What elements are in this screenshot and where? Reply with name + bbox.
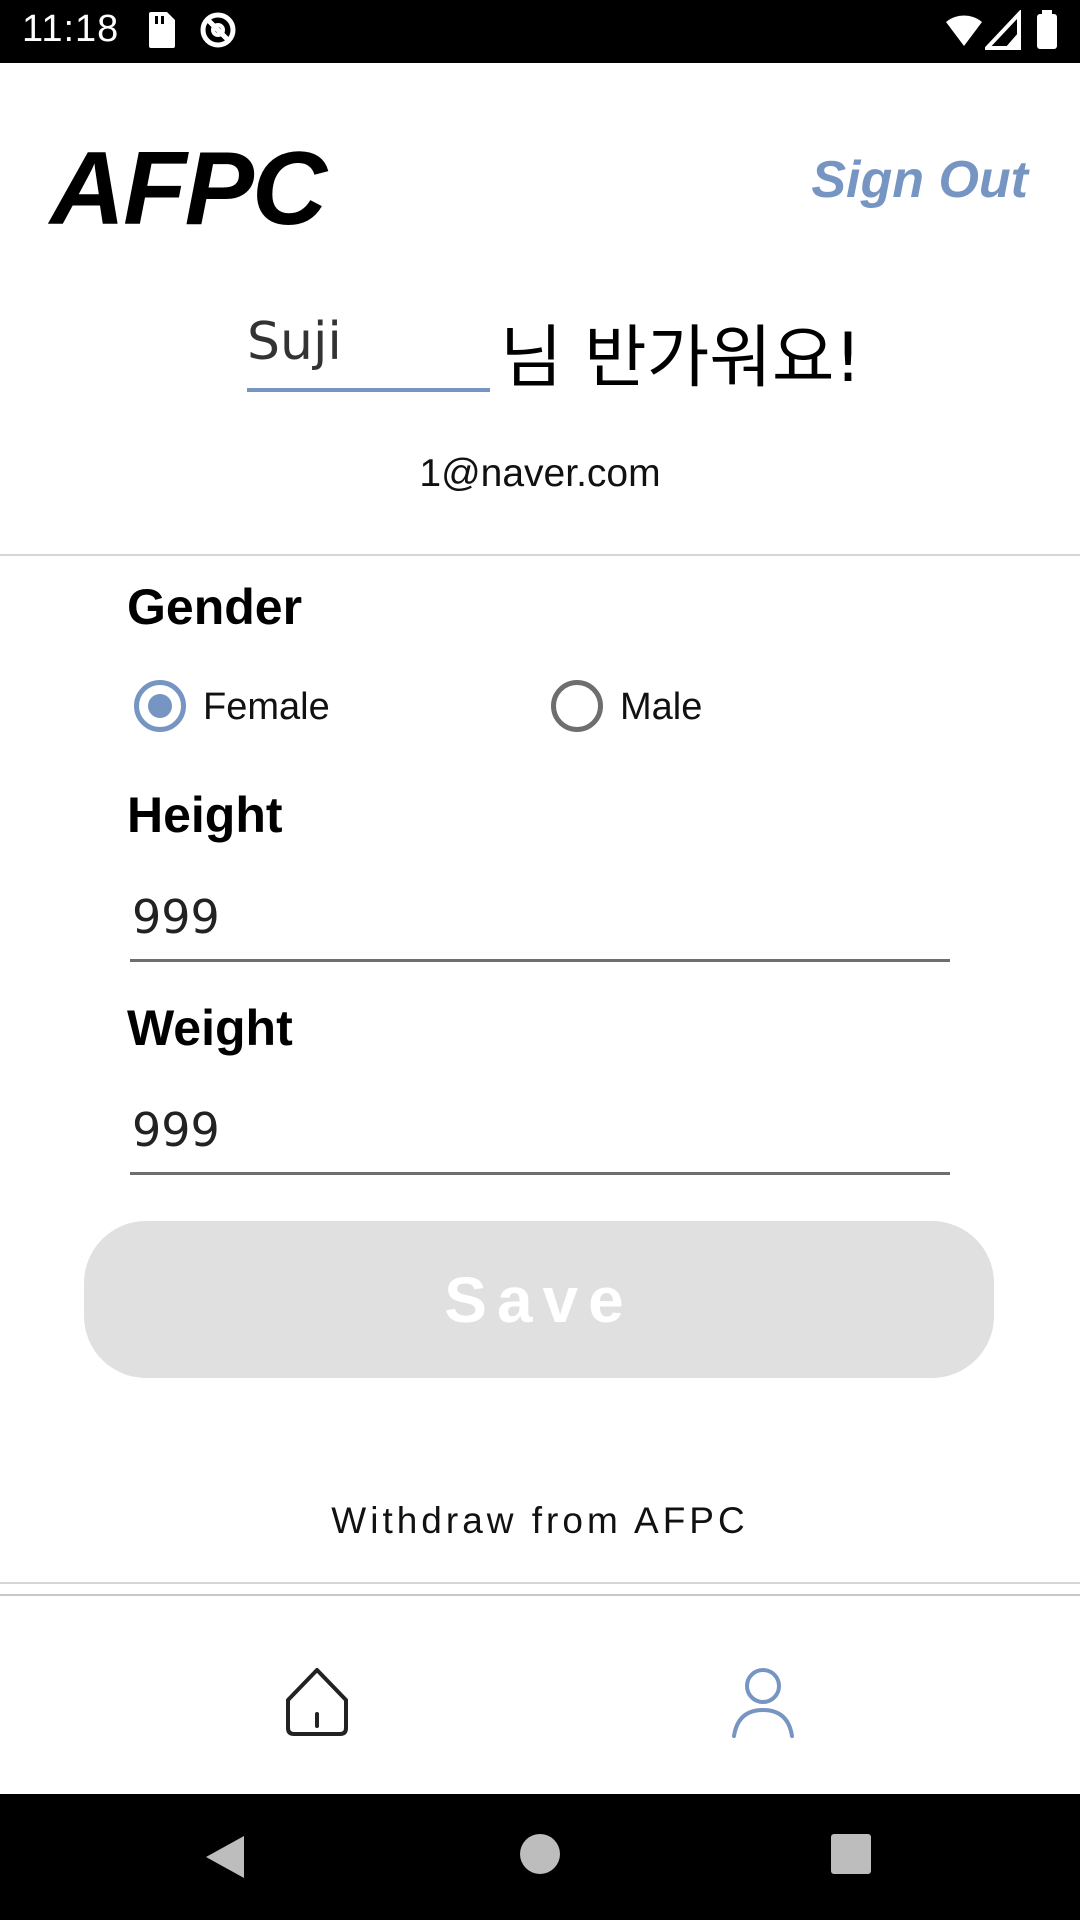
divider (0, 1582, 1080, 1584)
user-email: 1@naver.com (419, 452, 661, 495)
profile-screen: 11:18 AFPC Sign Out Suji 님 반가워요! 1@naver… (0, 0, 1080, 1920)
battery-icon (1036, 10, 1058, 55)
height-input-value: 999 (132, 890, 220, 944)
signal-icon (982, 8, 1021, 55)
height-label: Height (127, 787, 283, 843)
save-button[interactable]: Save (84, 1221, 994, 1378)
height-input[interactable]: 999 (130, 882, 950, 962)
male-radio[interactable] (551, 680, 603, 732)
sd-card-icon (145, 10, 177, 55)
divider (0, 554, 1080, 556)
home-circle-icon (520, 1834, 560, 1874)
tab-profile[interactable] (718, 1656, 808, 1746)
name-input-value: Suji (247, 312, 342, 372)
weight-input[interactable]: 999 (130, 1095, 950, 1175)
back-button[interactable] (200, 1832, 248, 1887)
home-icon (286, 1668, 348, 1736)
weight-label: Weight (127, 1000, 293, 1056)
data-saver-icon (198, 10, 238, 55)
male-radio-label[interactable]: Male (620, 686, 702, 729)
app-title: AFPC (50, 131, 327, 247)
status-bar: 11:18 (0, 0, 1080, 63)
recents-icon (831, 1834, 871, 1874)
weight-input-value: 999 (132, 1103, 220, 1157)
gender-label: Gender (127, 579, 303, 635)
system-nav-bar (0, 1794, 1080, 1920)
tab-home[interactable] (272, 1656, 362, 1746)
withdraw-link[interactable]: Withdraw from AFPC (0, 1500, 1080, 1542)
profile-icon (732, 1668, 794, 1738)
female-radio[interactable] (134, 680, 186, 732)
name-input[interactable]: Suji (247, 300, 490, 392)
bottom-tab-bar (0, 1596, 1080, 1794)
status-time: 11:18 (22, 8, 120, 50)
female-radio-label[interactable]: Female (203, 686, 330, 729)
home-nav-button[interactable] (518, 1832, 562, 1881)
recents-button[interactable] (830, 1832, 872, 1881)
wifi-icon (944, 10, 984, 55)
back-icon (206, 1836, 244, 1878)
sign-out-button[interactable]: Sign Out (811, 150, 1028, 210)
greeting-text: 님 반가워요! (500, 319, 862, 398)
